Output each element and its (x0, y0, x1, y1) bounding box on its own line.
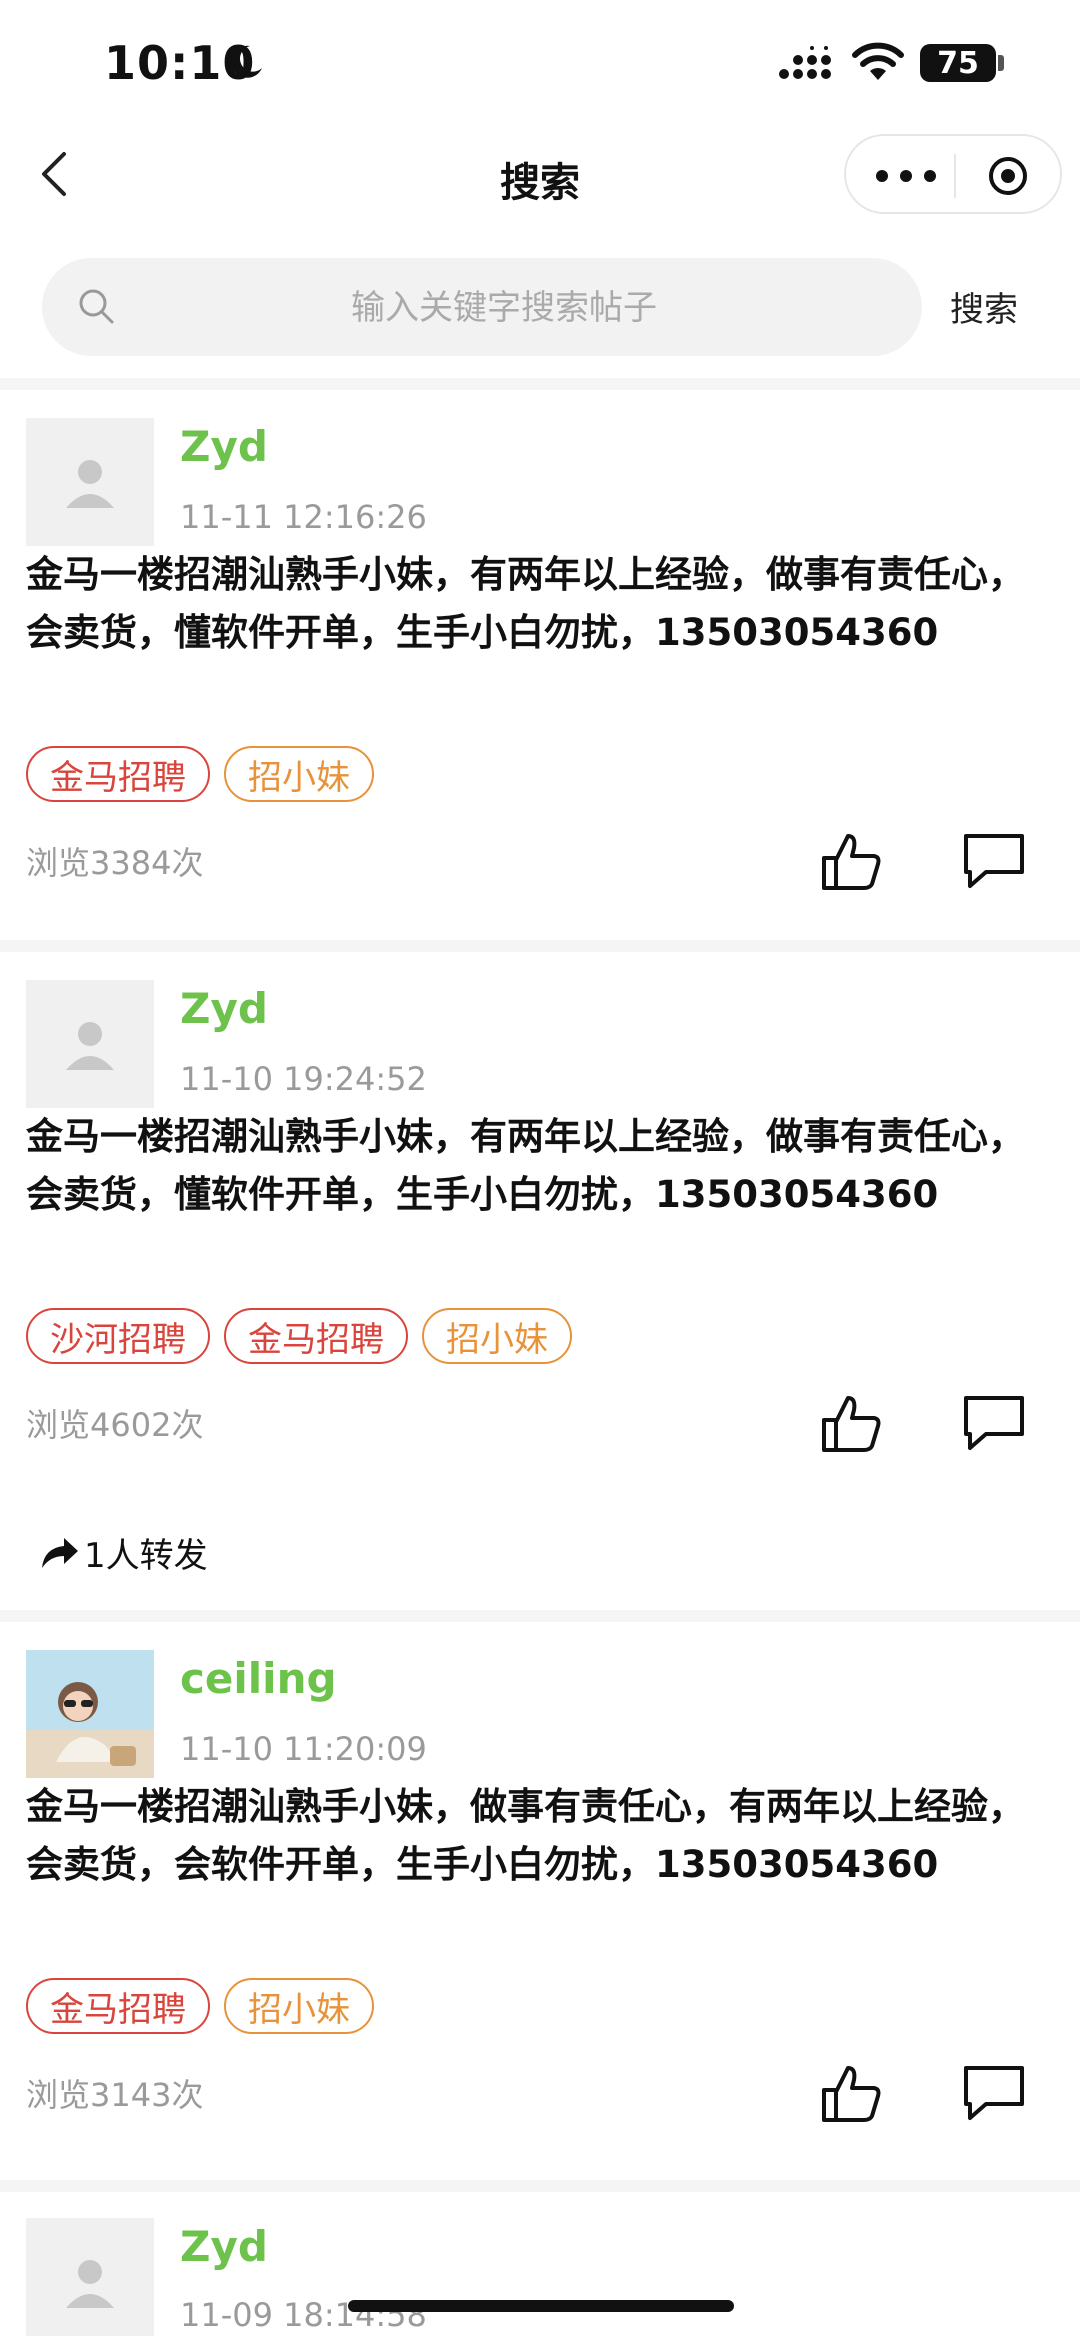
section-divider (0, 2180, 1080, 2192)
post-tags: 沙河招聘 金马招聘 招小妹 (26, 1308, 572, 1364)
post-card[interactable]: Zyd 11-11 12:16:26 金马一楼招潮汕熟手小妹，有两年以上经验，做… (0, 390, 1080, 940)
tag[interactable]: 招小妹 (224, 1978, 374, 2034)
comment-icon[interactable] (962, 1394, 1026, 1452)
post-tags: 金马招聘 招小妹 (26, 746, 374, 802)
default-avatar-icon (66, 1022, 114, 1070)
post-content: 金马一楼招潮汕熟手小妹，做事有责任心，有两年以上经验，会卖货，会软件开单，生手小… (26, 1785, 1025, 1886)
comment-icon[interactable] (962, 2064, 1026, 2122)
signal-icon (779, 46, 831, 79)
close-target-icon[interactable] (986, 154, 1030, 198)
avatar[interactable] (26, 2218, 154, 2336)
more-dots-icon[interactable] (876, 156, 936, 196)
share-count-label: 1人转发 (84, 1536, 208, 1576)
tag[interactable]: 金马招聘 (26, 1978, 210, 2034)
miniprogram-capsule (844, 134, 1062, 214)
post-author[interactable]: Zyd (180, 984, 268, 1033)
default-avatar-icon (66, 460, 114, 508)
tag[interactable]: 招小妹 (422, 1308, 572, 1364)
post-card[interactable]: Zyd 11-10 19:24:52 金马一楼招潮汕熟手小妹，有两年以上经验，做… (0, 952, 1080, 1612)
share-arrow-icon (42, 1537, 78, 1568)
search-box (42, 258, 922, 358)
post-time: 11-11 12:16:26 (180, 498, 427, 536)
moon-icon (231, 45, 262, 78)
wifi-icon (852, 42, 904, 80)
user-photo-avatar (26, 1650, 154, 1778)
view-count: 浏览4602次 (26, 1406, 204, 1444)
status-bar: 10:10 75 (0, 0, 1080, 130)
tag[interactable]: 金马招聘 (224, 1308, 408, 1364)
battery-cap (998, 55, 1004, 71)
section-divider (0, 940, 1080, 952)
post-card[interactable]: Zyd 11-09 18:14:58 (0, 2192, 1080, 2336)
search-button[interactable]: 搜索 (950, 282, 1018, 331)
post-author[interactable]: Zyd (180, 2222, 268, 2271)
thumbs-up-icon[interactable] (820, 1392, 882, 1454)
post-content: 金马一楼招潮汕熟手小妹，有两年以上经验，做事有责任心，会卖货，懂软件开单，生手小… (26, 1115, 1025, 1216)
tag[interactable]: 金马招聘 (26, 746, 210, 802)
avatar[interactable] (26, 1650, 154, 1778)
comment-icon[interactable] (962, 832, 1026, 890)
home-indicator[interactable] (348, 2300, 734, 2312)
post-author[interactable]: ceiling (180, 1654, 337, 1703)
section-divider (0, 1610, 1080, 1622)
section-divider (0, 378, 1080, 390)
tag[interactable]: 招小妹 (224, 746, 374, 802)
view-count: 浏览3143次 (26, 2076, 204, 2114)
search-icon (79, 289, 114, 324)
battery-icon: 75 (920, 44, 996, 82)
thumbs-up-icon[interactable] (820, 2062, 882, 2124)
view-count: 浏览3384次 (26, 844, 204, 882)
post-card[interactable]: ceiling 11-10 11:20:09 金马一楼招潮汕熟手小妹，做事有责任… (0, 1622, 1080, 2182)
thumbs-up-icon[interactable] (820, 830, 882, 892)
capsule-divider (954, 154, 956, 198)
post-author[interactable]: Zyd (180, 422, 268, 471)
avatar[interactable] (26, 418, 154, 546)
share-count: 1人转发 (40, 1528, 208, 1577)
post-content: 金马一楼招潮汕熟手小妹，有两年以上经验，做事有责任心，会卖货，懂软件开单，生手小… (26, 553, 1025, 654)
post-time: 11-10 19:24:52 (180, 1060, 427, 1098)
battery-level: 75 (937, 45, 979, 81)
tag[interactable]: 沙河招聘 (26, 1308, 210, 1364)
avatar[interactable] (26, 980, 154, 1108)
post-time: 11-10 11:20:09 (180, 1730, 427, 1768)
search-input[interactable] (142, 258, 866, 358)
default-avatar-icon (66, 2260, 114, 2308)
post-tags: 金马招聘 招小妹 (26, 1978, 374, 2034)
